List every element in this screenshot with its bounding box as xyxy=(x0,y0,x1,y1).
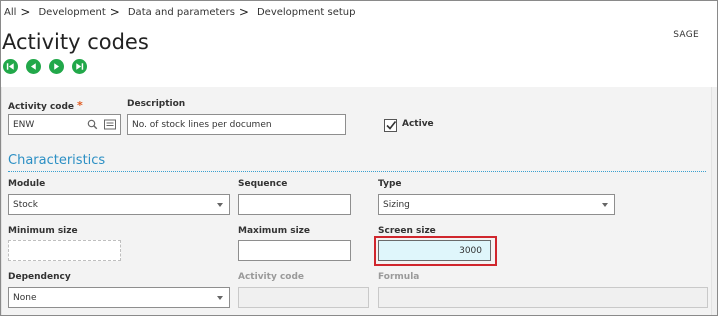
breadcrumb-data-and-parameters[interactable]: Data and parameters xyxy=(128,7,235,18)
activity-code-input[interactable]: ENW xyxy=(8,114,121,135)
vertical-scrollbar[interactable] xyxy=(712,87,717,315)
last-record-icon[interactable] xyxy=(72,59,87,74)
type-value: Sizing xyxy=(383,199,410,210)
sequence-label: Sequence xyxy=(238,179,288,189)
maximum-size-input[interactable] xyxy=(238,240,351,261)
screen-size-label: Screen size xyxy=(378,226,436,236)
minimum-size-label: Minimum size xyxy=(8,226,78,236)
dependency-activity-code-input xyxy=(238,287,369,308)
description-label: Description xyxy=(127,99,186,109)
module-label: Module xyxy=(8,179,46,189)
active-label: Active xyxy=(402,119,434,129)
page-title: Activity codes xyxy=(2,30,149,54)
chevron-down-icon xyxy=(602,203,608,207)
activity-code-label-text: Activity code xyxy=(8,102,75,112)
minimum-size-input[interactable] xyxy=(8,240,121,261)
section-divider xyxy=(8,171,706,172)
record-navigation xyxy=(3,59,87,74)
dependency-activity-code-label: Activity code xyxy=(238,272,305,282)
formula-label: Formula xyxy=(378,272,420,282)
highlight-box xyxy=(374,236,497,266)
page-header: All > Development > Data and parameters … xyxy=(1,1,717,87)
chevron-down-icon xyxy=(217,203,223,207)
breadcrumb-all[interactable]: All xyxy=(4,7,16,18)
section-title-characteristics[interactable]: Characteristics xyxy=(8,153,105,168)
type-label: Type xyxy=(378,179,402,189)
search-icon[interactable] xyxy=(87,119,98,133)
description-value: No. of stock lines per documen xyxy=(132,119,272,130)
active-checkbox[interactable] xyxy=(384,119,397,132)
dependency-value: None xyxy=(13,292,37,303)
required-mark: * xyxy=(77,99,83,112)
breadcrumb-separator: > xyxy=(238,5,249,19)
module-select[interactable]: Stock xyxy=(8,194,230,215)
breadcrumb-separator: > xyxy=(109,5,120,19)
sequence-input[interactable] xyxy=(238,194,351,215)
module-value: Stock xyxy=(13,199,38,210)
description-input[interactable]: No. of stock lines per documen xyxy=(127,114,346,135)
maximum-size-label: Maximum size xyxy=(238,226,310,236)
next-record-icon[interactable] xyxy=(49,59,64,74)
dependency-select[interactable]: None xyxy=(8,287,230,308)
folder-label: SAGE xyxy=(673,30,699,40)
chevron-down-icon xyxy=(217,296,223,300)
breadcrumb: All > Development > Data and parameters … xyxy=(4,5,355,19)
checkmark-icon xyxy=(386,121,397,130)
activity-code-label: Activity code * xyxy=(8,99,83,112)
previous-record-icon[interactable] xyxy=(26,59,41,74)
breadcrumb-development[interactable]: Development xyxy=(38,7,105,18)
type-select[interactable]: Sizing xyxy=(378,194,615,215)
activity-code-value: ENW xyxy=(13,119,35,130)
list-icon[interactable] xyxy=(104,119,116,133)
breadcrumb-development-setup[interactable]: Development setup xyxy=(257,7,355,18)
dependency-label: Dependency xyxy=(8,272,71,282)
formula-input xyxy=(378,287,708,308)
first-record-icon[interactable] xyxy=(3,59,18,74)
breadcrumb-separator: > xyxy=(20,5,31,19)
